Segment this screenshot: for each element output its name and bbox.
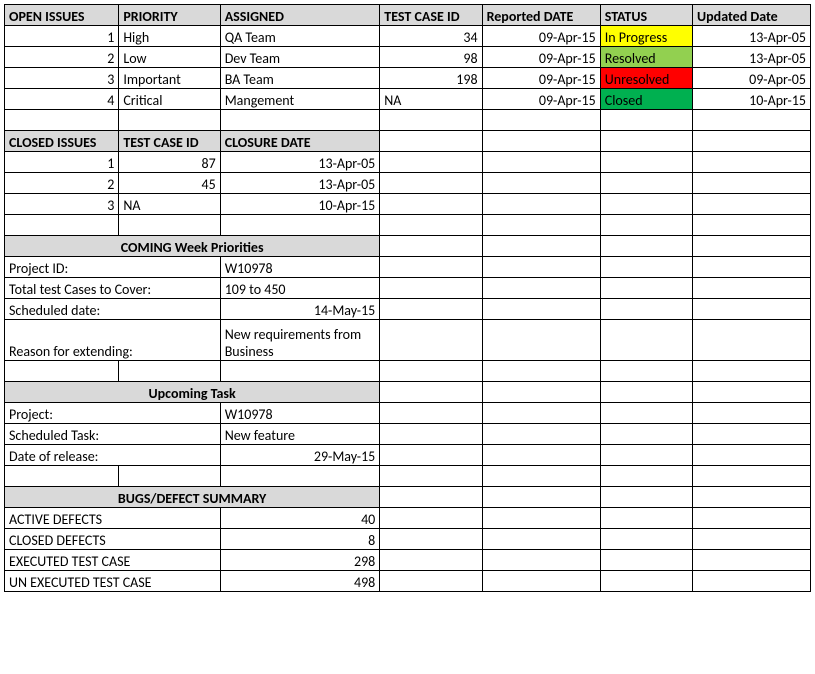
closed-issues-header: CLOSED ISSUES [5, 131, 119, 152]
open-issue-status: In Progress [600, 26, 692, 47]
coming-week-label: Project ID: [5, 257, 221, 278]
coming-week-label: Total test Cases to Cover: [5, 278, 221, 299]
upcoming-task-value: 29-May-15 [220, 445, 380, 466]
open-issue-id: 2 [5, 47, 119, 68]
open-issue-testcase: 34 [380, 26, 482, 47]
open-issue-priority: Important [119, 68, 220, 89]
open-issue-status: Unresolved [600, 68, 692, 89]
closed-issue-closure: 13-Apr-05 [220, 173, 380, 194]
open-issue-reported: 09-Apr-15 [482, 47, 600, 68]
upcoming-task-label: Project: [5, 403, 221, 424]
bugs-summary-label: ACTIVE DEFECTS [5, 508, 221, 529]
open-issues-header: PRIORITY [119, 5, 220, 26]
open-issue-reported: 09-Apr-15 [482, 26, 600, 47]
open-issues-header: Reported DATE [482, 5, 600, 26]
open-issue-updated: 13-Apr-05 [693, 26, 811, 47]
coming-week-label: Reason for extending: [5, 320, 221, 361]
coming-week-title: COMING Week Priorities [5, 236, 380, 257]
closed-issue-testcase: NA [119, 194, 220, 215]
open-issue-testcase: 198 [380, 68, 482, 89]
closed-issues-header: CLOSURE DATE [220, 131, 380, 152]
upcoming-task-value: New feature [220, 424, 380, 445]
open-issue-status: Resolved [600, 47, 692, 68]
upcoming-task-label: Date of release: [5, 445, 221, 466]
open-issue-assigned: Dev Team [220, 47, 380, 68]
closed-issue-testcase: 87 [119, 152, 220, 173]
closed-issue-id: 2 [5, 173, 119, 194]
open-issue-reported: 09-Apr-15 [482, 68, 600, 89]
open-issue-priority: High [119, 26, 220, 47]
open-issue-id: 1 [5, 26, 119, 47]
open-issue-status: Closed [600, 89, 692, 110]
bugs-summary-label: CLOSED DEFECTS [5, 529, 221, 550]
bugs-summary-value: 40 [220, 508, 380, 529]
open-issue-updated: 13-Apr-05 [693, 47, 811, 68]
bugs-summary-label: EXECUTED TEST CASE [5, 550, 221, 571]
bugs-summary-value: 8 [220, 529, 380, 550]
closed-issue-closure: 10-Apr-15 [220, 194, 380, 215]
spreadsheet: OPEN ISSUESPRIORITYASSIGNEDTEST CASE IDR… [4, 4, 811, 592]
closed-issue-id: 1 [5, 152, 119, 173]
open-issue-testcase: 98 [380, 47, 482, 68]
bugs-summary-value: 298 [220, 550, 380, 571]
coming-week-value: 109 to 450 [220, 278, 380, 299]
open-issue-priority: Low [119, 47, 220, 68]
closed-issues-header: TEST CASE ID [119, 131, 220, 152]
coming-week-value: New requirements from Business [220, 320, 380, 361]
upcoming-task-label: Scheduled Task: [5, 424, 221, 445]
upcoming-task-title: Upcoming Task [5, 382, 380, 403]
upcoming-task-value: W10978 [220, 403, 380, 424]
closed-issue-testcase: 45 [119, 173, 220, 194]
open-issues-header: Updated Date [693, 5, 811, 26]
open-issue-assigned: BA Team [220, 68, 380, 89]
open-issues-header: ASSIGNED [220, 5, 380, 26]
closed-issue-id: 3 [5, 194, 119, 215]
bugs-summary-label: UN EXECUTED TEST CASE [5, 571, 221, 592]
open-issue-updated: 09-Apr-05 [693, 68, 811, 89]
open-issue-assigned: QA Team [220, 26, 380, 47]
open-issue-id: 3 [5, 68, 119, 89]
open-issue-updated: 10-Apr-15 [693, 89, 811, 110]
open-issue-assigned: Mangement [220, 89, 380, 110]
open-issues-header: OPEN ISSUES [5, 5, 119, 26]
bugs-summary-title: BUGS/DEFECT SUMMARY [5, 487, 380, 508]
open-issue-reported: 09-Apr-15 [482, 89, 600, 110]
coming-week-label: Scheduled date: [5, 299, 221, 320]
open-issue-priority: Critical [119, 89, 220, 110]
closed-issue-closure: 13-Apr-05 [220, 152, 380, 173]
coming-week-value: W10978 [220, 257, 380, 278]
open-issue-id: 4 [5, 89, 119, 110]
coming-week-value: 14-May-15 [220, 299, 380, 320]
open-issue-testcase: NA [380, 89, 482, 110]
bugs-summary-value: 498 [220, 571, 380, 592]
open-issues-header: TEST CASE ID [380, 5, 482, 26]
open-issues-header: STATUS [600, 5, 692, 26]
